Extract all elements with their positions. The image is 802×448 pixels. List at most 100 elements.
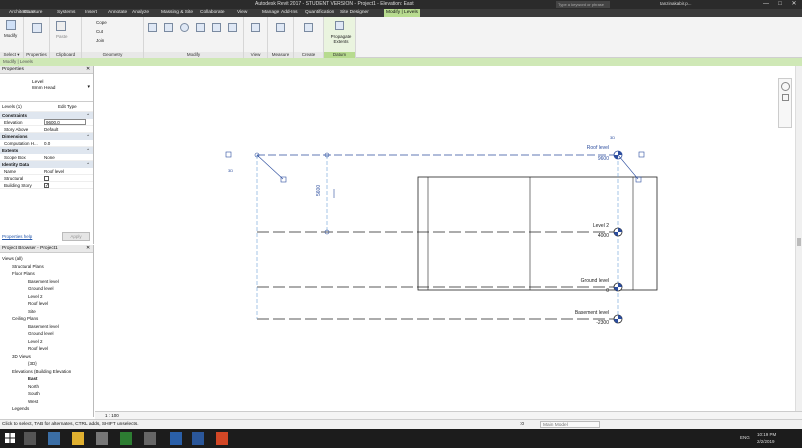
clock-time[interactable]: 10:19 PM: [757, 432, 776, 437]
properties-help-link[interactable]: Properties help: [2, 234, 32, 239]
cut-button[interactable]: Cut: [96, 29, 103, 34]
elevation-row[interactable]: Elevation 9600.0: [0, 119, 93, 126]
measure-icon[interactable]: [276, 23, 285, 32]
tree-floor-plans[interactable]: Floor Plans: [12, 271, 35, 276]
user-name[interactable]: tanzinakabir.p...: [660, 1, 692, 6]
revit-icon[interactable]: [170, 432, 182, 445]
type-selector[interactable]: Level 8mm Head ▾: [0, 74, 93, 102]
scroll-thumb[interactable]: [797, 238, 801, 246]
propagate-extents-button[interactable]: Propagate Extents: [328, 34, 354, 44]
join-button[interactable]: Join: [96, 38, 104, 43]
tree-cp-roof[interactable]: Roof level: [28, 346, 48, 351]
hide-icon[interactable]: [251, 23, 260, 32]
store-icon[interactable]: [96, 432, 108, 445]
building-story-row[interactable]: Building Story ✓: [0, 182, 93, 189]
tab-quantification[interactable]: Quantification: [305, 9, 334, 17]
tree-cp-ground[interactable]: Ground level: [28, 331, 54, 336]
search-input[interactable]: Type a keyword or phrase: [556, 1, 610, 8]
tree-el-west[interactable]: West: [28, 399, 38, 404]
3d-label-left[interactable]: 3D: [228, 168, 233, 173]
app-icon[interactable]: [120, 432, 132, 445]
paste-button[interactable]: Paste: [56, 34, 68, 39]
name-row[interactable]: Name Roof level: [0, 168, 93, 175]
cope-button[interactable]: Cope: [96, 20, 107, 25]
tree-structural-plans[interactable]: Structural Plans: [12, 264, 44, 269]
tab-site-designer[interactable]: Site Designer: [340, 9, 369, 17]
tree-fp-site[interactable]: Site: [28, 309, 36, 314]
structural-checkbox[interactable]: [44, 176, 49, 181]
tree-el-south[interactable]: South: [28, 391, 40, 396]
move-icon[interactable]: [164, 23, 173, 32]
scale-icon[interactable]: [228, 23, 237, 32]
level-name-ground[interactable]: Ground level: [555, 278, 609, 284]
tree-3d[interactable]: {3D}: [28, 361, 37, 366]
tree-cp-basement[interactable]: Basement level: [28, 324, 59, 329]
clock-date[interactable]: 2/2/2019: [757, 439, 775, 444]
tree-elevations[interactable]: Elevations (Building Elevation: [12, 369, 71, 374]
tab-annotate[interactable]: Annotate: [108, 9, 127, 17]
level-value-basement[interactable]: -2300: [575, 320, 609, 326]
paste-icon[interactable]: [56, 21, 66, 31]
extents-section[interactable]: Extents ⌃: [0, 147, 93, 154]
level-head-ground[interactable]: [613, 282, 623, 292]
tab-systems[interactable]: Systems: [57, 9, 75, 17]
close-button[interactable]: ✕: [788, 0, 800, 9]
constraints-section[interactable]: Constraints ⌃: [0, 112, 93, 119]
zoom-icon[interactable]: [781, 94, 789, 101]
dimension-text[interactable]: 5600: [316, 185, 322, 196]
elevation-drawing[interactable]: [95, 66, 795, 411]
tree-el-east[interactable]: East: [28, 376, 38, 381]
building-story-checkbox[interactable]: ✓: [44, 183, 49, 189]
tab-manage[interactable]: Manage: [262, 9, 279, 17]
scale-selector[interactable]: 1 : 100: [105, 413, 119, 418]
level-value-roof[interactable]: 9600: [575, 156, 609, 162]
instance-selector[interactable]: Levels (1) Edit Type: [0, 102, 93, 112]
chevron-down-icon[interactable]: ▾: [87, 84, 90, 90]
level-value-2[interactable]: 4000: [575, 233, 609, 239]
hide-bubble-checkbox[interactable]: [638, 151, 645, 158]
tree-fp-roof[interactable]: Roof level: [28, 301, 48, 306]
tree-cp-level2[interactable]: Level 2: [28, 339, 43, 344]
tab-collaborate[interactable]: Collaborate: [200, 9, 225, 17]
task-view-icon[interactable]: [24, 432, 36, 445]
array-icon[interactable]: [212, 23, 221, 32]
tree-fp-level2[interactable]: Level 2: [28, 294, 43, 299]
maximize-button[interactable]: □: [774, 0, 786, 9]
navigation-bar[interactable]: [778, 78, 792, 128]
apply-button[interactable]: Apply: [62, 232, 90, 241]
tab-modify-levels[interactable]: Modify | Levels: [384, 9, 420, 17]
dimensions-section[interactable]: Dimensions ⌃: [0, 133, 93, 140]
level-name-roof[interactable]: Roof level: [555, 145, 609, 151]
level-name-basement[interactable]: Basement level: [545, 310, 609, 316]
close-icon[interactable]: ✕: [86, 245, 90, 253]
tree-ceiling-plans[interactable]: Ceiling Plans: [12, 316, 38, 321]
properties-icon[interactable]: [32, 23, 42, 33]
tab-view[interactable]: View: [237, 9, 247, 17]
edit-type-button[interactable]: Edit Type: [58, 102, 77, 112]
rotate-icon[interactable]: [180, 23, 189, 32]
create-icon[interactable]: [304, 23, 313, 32]
propagate-icon[interactable]: [335, 21, 344, 30]
tree-fp-basement[interactable]: Basement level: [28, 279, 59, 284]
app-icon[interactable]: [216, 432, 228, 445]
app-icon[interactable]: [144, 432, 156, 445]
tab-massing-site[interactable]: Massing & Site: [161, 9, 193, 17]
identity-section[interactable]: Identity Data ⌃: [0, 161, 93, 168]
level-name-2[interactable]: Level 2: [555, 223, 609, 229]
language-indicator[interactable]: ENG: [740, 435, 750, 440]
tab-structure[interactable]: Structure: [23, 9, 42, 17]
drawing-canvas[interactable]: 3D 3D 5600 Roof level 9600 Level 2 4000 …: [95, 66, 795, 411]
computation-row[interactable]: Computation H... 0.0: [0, 140, 93, 147]
level-head-basement[interactable]: [613, 314, 623, 324]
edge-icon[interactable]: [48, 432, 60, 445]
close-icon[interactable]: ✕: [86, 66, 90, 74]
story-above-row[interactable]: Story Above Default: [0, 126, 93, 133]
level-head-2[interactable]: [613, 227, 623, 237]
word-icon[interactable]: [192, 432, 204, 445]
tab-add-ins[interactable]: Add-Ins: [281, 9, 298, 17]
explorer-icon[interactable]: [72, 432, 84, 445]
tree-fp-ground[interactable]: Ground level: [28, 286, 54, 291]
mirror-icon[interactable]: [196, 23, 205, 32]
vertical-scrollbar[interactable]: [795, 66, 802, 411]
tree-el-north[interactable]: North: [28, 384, 39, 389]
